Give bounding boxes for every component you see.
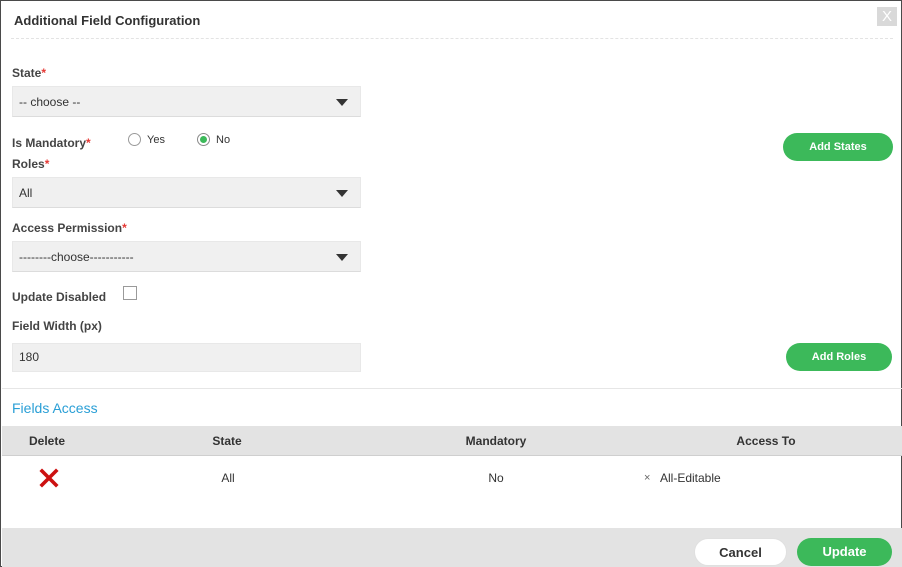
remove-tag-icon[interactable]: ×: [644, 472, 650, 484]
update-disabled-checkbox[interactable]: [123, 286, 137, 300]
row-mandatory: No: [488, 471, 504, 485]
is-mandatory-label: Is Mandatory*: [12, 136, 91, 150]
roles-select[interactable]: All: [12, 177, 361, 208]
add-states-button[interactable]: Add States: [783, 133, 893, 161]
fields-access-title: Fields Access: [12, 400, 98, 416]
access-permission-label-text: Access Permission: [12, 221, 123, 235]
column-header-state: State: [212, 434, 242, 448]
roles-label-text: Roles: [12, 157, 45, 171]
state-label-text: State: [12, 66, 42, 80]
radio-no-label: No: [216, 133, 231, 146]
update-button[interactable]: Update: [797, 538, 892, 566]
field-width-label: Field Width (px): [12, 319, 102, 333]
access-permission-select[interactable]: --------choose-----------: [12, 241, 361, 272]
radio-no-circle[interactable]: [197, 133, 210, 146]
table-row: All No × All-Editable: [2, 457, 902, 497]
field-config-dialog: Additional Field Configuration X State* …: [0, 0, 902, 567]
access-permission-label: Access Permission*: [12, 221, 127, 235]
is-mandatory-label-text: Is Mandatory: [12, 136, 87, 150]
add-roles-button[interactable]: Add Roles: [786, 343, 892, 371]
radio-yes-label: Yes: [147, 133, 165, 146]
required-mark: *: [44, 157, 50, 171]
required-mark: *: [122, 221, 127, 235]
state-select-value: -- choose --: [19, 95, 81, 109]
required-mark: *: [86, 136, 91, 150]
dialog-title: Additional Field Configuration: [14, 13, 201, 28]
row-access-to: All-Editable: [660, 471, 721, 485]
column-header-delete: Delete: [28, 434, 66, 448]
caret-down-icon: [336, 254, 348, 261]
radio-yes[interactable]: Yes: [128, 133, 165, 146]
field-width-input[interactable]: 180: [12, 343, 361, 372]
state-select[interactable]: -- choose --: [12, 86, 361, 117]
state-label: State*: [12, 66, 46, 80]
delete-x-icon[interactable]: [39, 468, 59, 488]
roles-label: Roles*: [12, 157, 49, 171]
required-mark: *: [41, 66, 47, 80]
row-state: All: [221, 471, 235, 485]
column-header-access-to: Access To: [736, 434, 796, 448]
cancel-button[interactable]: Cancel: [694, 538, 787, 566]
column-header-mandatory: Mandatory: [465, 434, 527, 448]
caret-down-icon: [336, 190, 348, 197]
table-header: Delete State Mandatory Access To: [2, 426, 902, 456]
update-disabled-label: Update Disabled: [12, 290, 107, 304]
title-divider: [11, 38, 893, 39]
roles-select-value: All: [19, 186, 33, 200]
section-divider: [2, 388, 902, 389]
radio-yes-circle[interactable]: [128, 133, 141, 146]
caret-down-icon: [336, 99, 348, 106]
close-button[interactable]: X: [877, 7, 897, 26]
access-permission-select-value: --------choose-----------: [19, 250, 134, 264]
radio-no[interactable]: No: [197, 133, 230, 146]
